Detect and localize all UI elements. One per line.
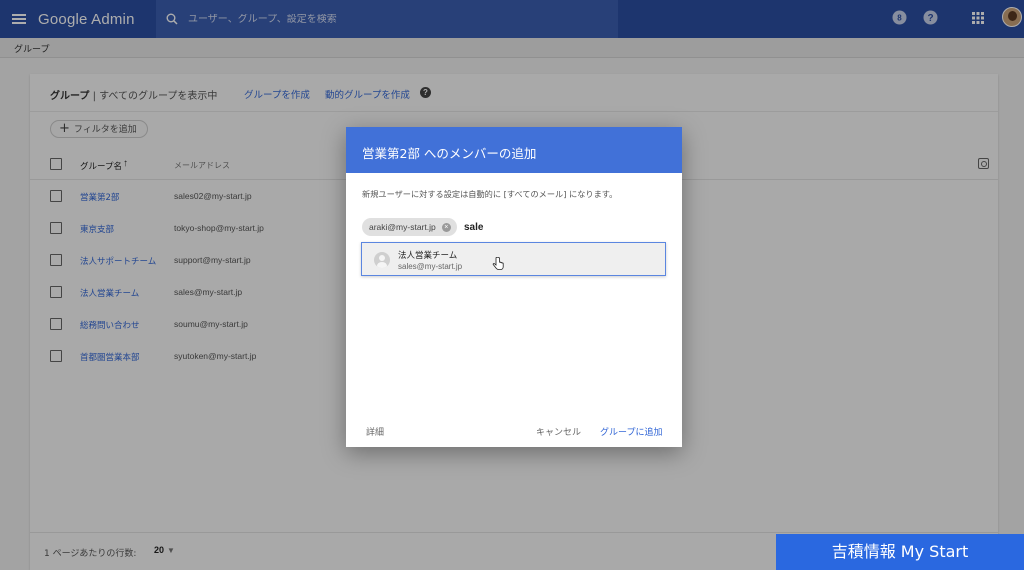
group-avatar-icon [374, 252, 390, 268]
suggestion-item[interactable]: 法人営業チーム sales@my-start.jp [361, 242, 666, 276]
brand-watermark: 吉積情報 My Start [776, 534, 1024, 570]
chip-remove-icon[interactable]: × [441, 222, 451, 232]
dialog-header: 営業第2部 へのメンバーの追加 [346, 127, 682, 173]
cancel-button[interactable]: キャンセル [536, 425, 581, 438]
member-chip-label: araki@my-start.jp [369, 222, 436, 232]
add-to-group-button[interactable]: グループに追加 [600, 425, 662, 438]
member-chip[interactable]: araki@my-start.jp × [362, 218, 457, 236]
suggestion-name: 法人営業チーム [398, 251, 458, 261]
dialog-description: 新規ユーザーに対する設定は自動的に [すべてのメール] になります。 [362, 189, 618, 199]
hand-pointer-icon [492, 257, 504, 270]
member-search-input[interactable] [464, 219, 664, 235]
suggestion-email: sales@my-start.jp [398, 262, 463, 271]
details-link[interactable]: 詳細 [366, 425, 384, 438]
dialog-title: 営業第2部 へのメンバーの追加 [362, 146, 537, 161]
add-member-dialog: 営業第2部 へのメンバーの追加 新規ユーザーに対する設定は自動的に [すべてのメ… [346, 127, 682, 447]
